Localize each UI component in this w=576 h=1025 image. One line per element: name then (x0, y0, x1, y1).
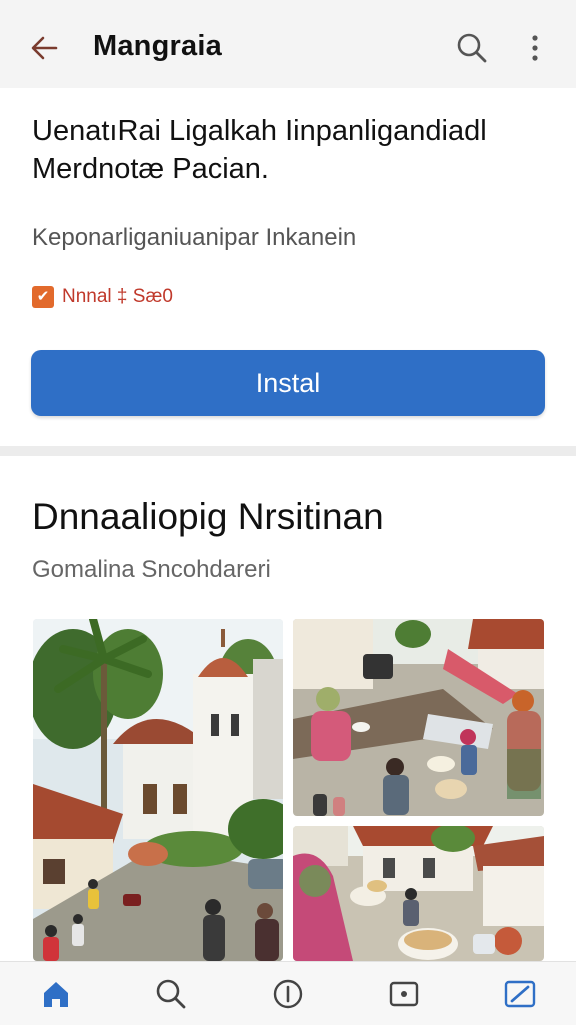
section-title: Dnnaaliopig Nrsitinan (32, 496, 384, 537)
mosque-courtyard-photo[interactable] (33, 619, 283, 961)
rating-badge: ✔ Nnnal ‡ Sæ0 (32, 284, 173, 310)
app-bar: Mangraia (0, 0, 576, 88)
app-subtitle: Keponarliganiuanipar Inkanein (32, 224, 357, 251)
search-icon[interactable] (151, 974, 191, 1014)
install-button[interactable]: Instal (31, 350, 545, 416)
search-icon[interactable] (454, 30, 490, 66)
app-bar-title: Mangraia (93, 30, 222, 62)
section-subtitle: Gomalina Sncohdareri (32, 556, 271, 583)
back-arrow-icon[interactable] (26, 30, 62, 66)
app-headline: UenatıRai Ligalkah Iinpanligandiadl Merd… (32, 115, 487, 185)
food-sharing-street-photo[interactable] (293, 619, 544, 816)
home-icon[interactable] (36, 974, 76, 1014)
bottom-navigation (0, 961, 576, 1025)
info-icon[interactable] (268, 974, 308, 1014)
media-icon[interactable] (384, 974, 424, 1014)
edit-icon[interactable] (500, 974, 540, 1014)
section-divider (0, 446, 576, 456)
women-holding-bowls-photo[interactable] (293, 826, 544, 961)
badge-text: Nnnal ‡ Sæ0 (62, 286, 173, 307)
more-vert-icon[interactable] (521, 30, 549, 66)
check-badge-icon: ✔ (32, 286, 54, 308)
